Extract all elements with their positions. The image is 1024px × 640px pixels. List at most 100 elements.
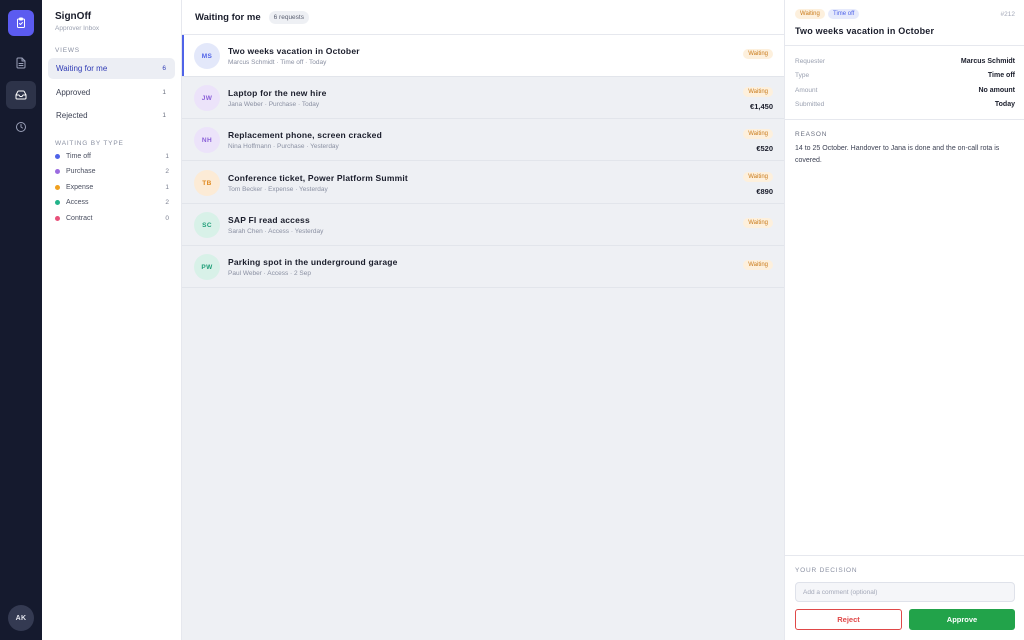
request-title: Replacement phone, screen cracked [228,130,382,140]
field-amount: Amount No amount [795,87,1015,94]
view-label: Rejected [56,111,88,120]
types-section-label: WAITING BY TYPE [55,140,124,147]
app-logo[interactable] [8,10,34,36]
type-count: 0 [165,215,169,222]
request-title: Laptop for the new hire [228,88,327,98]
field-key: Type [795,72,810,79]
comment-input[interactable] [795,582,1015,602]
clipboard-check-icon [17,17,25,28]
type-filter-expense[interactable]: Expense 1 [55,182,169,193]
reason-text: 14 to 25 October. Handover to Jana is do… [795,145,1000,164]
clock-icon [16,122,26,132]
request-title: SAP FI read access [228,215,310,225]
list-header: Waiting for me 6 requests [182,0,784,35]
status-badge: Waiting [743,49,773,59]
field-value: No amount [978,87,1015,94]
request-row[interactable]: SC SAP FI read access Sarah Chen · Acces… [182,204,784,246]
field-value: Today [994,101,1015,108]
user-avatar[interactable]: AK [8,605,34,631]
field-key: Amount [795,87,818,94]
request-amount: €520 [756,144,773,153]
views-section-label: VIEWS [55,47,80,54]
sidebar: SignOff Approver Inbox VIEWS Waiting for… [42,0,182,640]
status-badge: Waiting [743,87,773,97]
type-filter-access[interactable]: Access 2 [55,197,169,208]
request-meta: Paul Weber · Access · 2 Sep [228,270,311,277]
request-meta: Sarah Chen · Access · Yesterday [228,228,324,235]
request-detail-panel: Waiting Time off #212 Two weeks vacation… [784,0,1024,640]
field-key: Requester [795,58,825,65]
requester-avatar: JW [194,85,220,111]
type-color-dot [55,169,60,174]
view-count: 1 [162,112,166,119]
request-amount: €890 [756,187,773,196]
field-requester: Requester Marcus Schmidt [795,58,1015,65]
type-color-dot [55,200,60,205]
view-label: Waiting for me [56,64,108,73]
request-meta: Tom Becker · Expense · Yesterday [228,186,328,193]
request-id: #212 [1000,11,1015,18]
rail-documents-button[interactable] [6,49,36,77]
type-count: 2 [165,199,169,206]
type-filter-time-off[interactable]: Time off 1 [55,151,169,162]
status-badge: Waiting [743,172,773,182]
view-count: 6 [162,65,166,72]
view-count: 1 [162,89,166,96]
status-badge: Waiting [743,129,773,139]
field-type: Type Time off [795,72,1015,79]
reject-button[interactable]: Reject [795,609,902,630]
request-row[interactable]: MS Two weeks vacation in October Marcus … [182,35,784,77]
type-color-dot [55,154,60,159]
detail-title: Two weeks vacation in October [795,26,935,36]
brand: SignOff Approver Inbox [55,11,99,32]
type-filter-purchase[interactable]: Purchase 2 [55,166,169,177]
type-label: Expense [66,184,94,191]
decision-label: YOUR DECISION [795,567,858,574]
requester-avatar: MS [194,43,220,69]
type-color-dot [55,185,60,190]
field-key: Submitted [795,101,825,108]
request-list-pane: Waiting for me 6 requests MS Two weeks v… [182,0,784,640]
request-title: Parking spot in the underground garage [228,257,398,267]
document-icon [16,57,26,69]
request-row[interactable]: JW Laptop for the new hire Jana Weber · … [182,77,784,119]
type-label: Contract [66,215,93,222]
detail-status-badge: Waiting [795,9,825,19]
field-value: Time off [987,72,1015,79]
request-amount: €1,450 [750,102,773,111]
rail-history-button[interactable] [6,113,36,141]
field-submitted: Submitted Today [795,101,1015,108]
list-title: Waiting for me [195,11,261,23]
request-meta: Jana Weber · Purchase · Today [228,101,320,108]
divider [785,119,1024,120]
view-waiting-for-me[interactable]: Waiting for me 6 [48,58,175,79]
view-rejected[interactable]: Rejected 1 [48,105,175,126]
request-title: Conference ticket, Power Platform Summit [228,173,408,183]
requester-avatar: SC [194,212,220,238]
request-row[interactable]: PW Parking spot in the underground garag… [182,246,784,288]
request-title: Two weeks vacation in October [228,46,360,56]
request-row[interactable]: NH Replacement phone, screen cracked Nin… [182,119,784,161]
type-count: 1 [165,184,169,191]
divider [785,555,1024,556]
divider [785,45,1024,46]
request-meta: Marcus Schmidt · Time off · Today [228,59,327,66]
type-label: Access [66,199,89,206]
reason-label: REASON [795,131,828,138]
field-value: Marcus Schmidt [960,58,1015,65]
requester-avatar: NH [194,127,220,153]
requester-avatar: PW [194,254,220,280]
view-approved[interactable]: Approved 1 [48,82,175,103]
request-count-badge: 6 requests [268,10,309,24]
type-filter-contract[interactable]: Contract 0 [55,213,169,224]
inbox-icon [15,90,27,100]
type-label: Time off [66,153,91,160]
request-meta: Nina Hoffmann · Purchase · Yesterday [228,143,339,150]
type-color-dot [55,216,60,221]
approve-button[interactable]: Approve [909,609,1015,630]
requester-avatar: TB [194,170,220,196]
view-label: Approved [56,88,91,97]
request-row[interactable]: TB Conference ticket, Power Platform Sum… [182,162,784,204]
app-subtitle: Approver Inbox [55,25,100,32]
rail-inbox-button[interactable] [6,81,36,109]
